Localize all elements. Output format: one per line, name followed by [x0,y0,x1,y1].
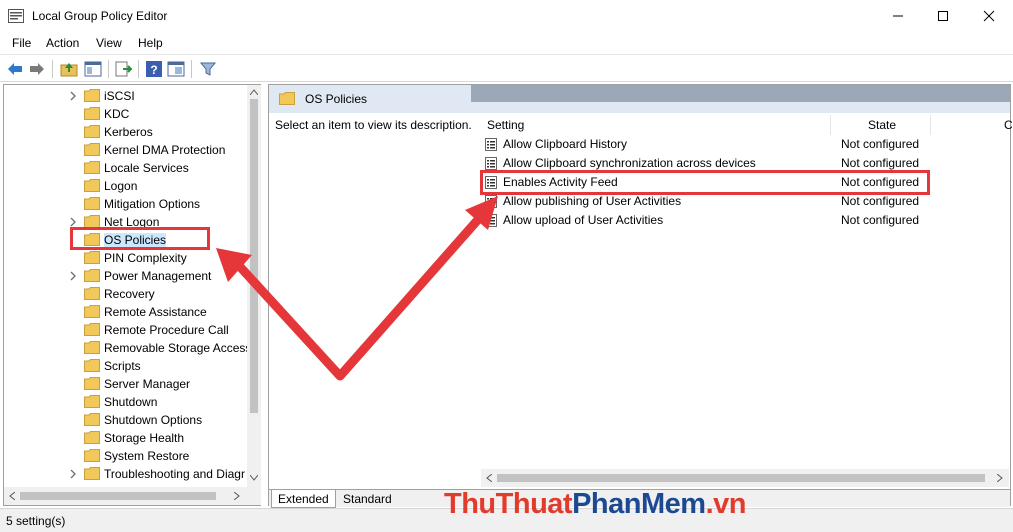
watermark-part3: .vn [705,488,747,520]
watermark: ThuThuatPhanMem.vn [444,488,746,521]
watermark-part2: PhanMem [572,488,706,520]
watermark-part1: ThuThuat [444,488,573,520]
annotation-arrow [216,196,498,381]
